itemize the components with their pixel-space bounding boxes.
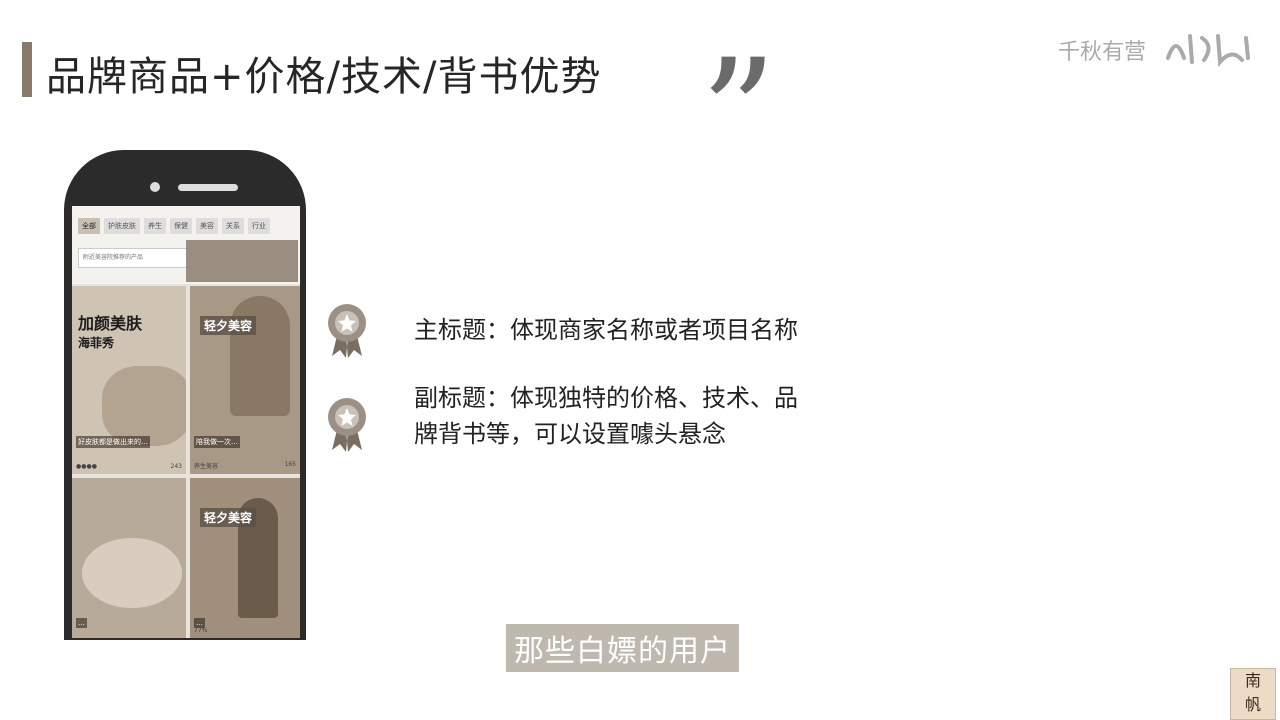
page-title: 品牌商品+价格/技术/背书优势 (46, 54, 602, 100)
tile-likes: 77% (194, 627, 208, 634)
brand-logo-text: 千秋有营 (1058, 40, 1147, 65)
tile-subtitle: 海菲秀 (78, 336, 115, 350)
tile-caption: … (76, 618, 87, 628)
tile-photo (102, 366, 186, 446)
feed-tile[interactable]: 加颜美肤 海菲秀 好皮肤都是做出来的… ●●●● 243 (72, 286, 186, 474)
title-accent-bar (22, 42, 32, 97)
brand-calligraphy-icon (1166, 34, 1250, 67)
tile-caption: 好皮肤都是做出来的… (76, 436, 150, 448)
tile-title: 加颜美肤 (78, 314, 143, 333)
tile-photo (230, 296, 290, 416)
tile-likes: 165 (284, 461, 296, 468)
tab-relation[interactable]: 关系 (222, 218, 244, 234)
feed-tile-partial[interactable] (186, 240, 298, 282)
tile-caption: 陪我做一次… (194, 436, 240, 448)
quote-mark-icon: ” (700, 28, 777, 202)
tile-author: ●●●● (76, 463, 97, 470)
tile-meta: 养生美容 165 (194, 461, 296, 470)
feed-tile[interactable]: … (72, 478, 186, 638)
feed-tile[interactable]: 轻夕美容 陪我做一次… 养生美容 165 (190, 286, 300, 474)
tile-photo (82, 538, 182, 608)
video-subtitle: 那些白嫖的用户 (506, 624, 739, 672)
tile-meta: ●●●● 243 (76, 463, 182, 470)
bullet-subtitle-line2: 牌背书等，可以设置噱头悬念 (414, 420, 726, 448)
tab-all[interactable]: 全部 (78, 218, 100, 234)
category-tabs: 全部 护肤皮肤 养生 保健 美容 关系 行业 (78, 218, 270, 234)
tab-wellness[interactable]: 养生 (144, 218, 166, 234)
award-badge-icon (328, 304, 366, 358)
tile-tag: 轻夕美容 (200, 316, 257, 335)
tile-author: 养生美容 (194, 463, 219, 470)
bullet-main-title: 主标题：体现商家名称或者项目名称 (414, 316, 798, 344)
tile-likes: 243 (170, 463, 182, 470)
tab-skincare[interactable]: 护肤皮肤 (104, 218, 140, 234)
tab-care[interactable]: 保健 (170, 218, 192, 234)
phone-screen: 全部 护肤皮肤 养生 保健 美容 关系 行业 附近美容院推荐的产品 加颜美肤 海… (72, 206, 300, 638)
phone-speaker (178, 184, 238, 191)
phone-camera (150, 182, 160, 192)
award-badge-icon (328, 398, 366, 452)
bullet-subtitle-line1: 副标题：体现独特的价格、技术、品 (414, 384, 798, 412)
search-input[interactable]: 附近美容院推荐的产品 (78, 248, 188, 268)
feed-tile[interactable]: 轻夕美容 … 77% (190, 478, 300, 638)
tab-beauty[interactable]: 美容 (196, 218, 218, 234)
tile-tag: 轻夕美容 (200, 508, 257, 527)
tab-industry[interactable]: 行业 (248, 218, 270, 234)
seal-stamp-icon: 南帆 (1230, 668, 1276, 720)
tile-meta: 77% (194, 627, 296, 634)
